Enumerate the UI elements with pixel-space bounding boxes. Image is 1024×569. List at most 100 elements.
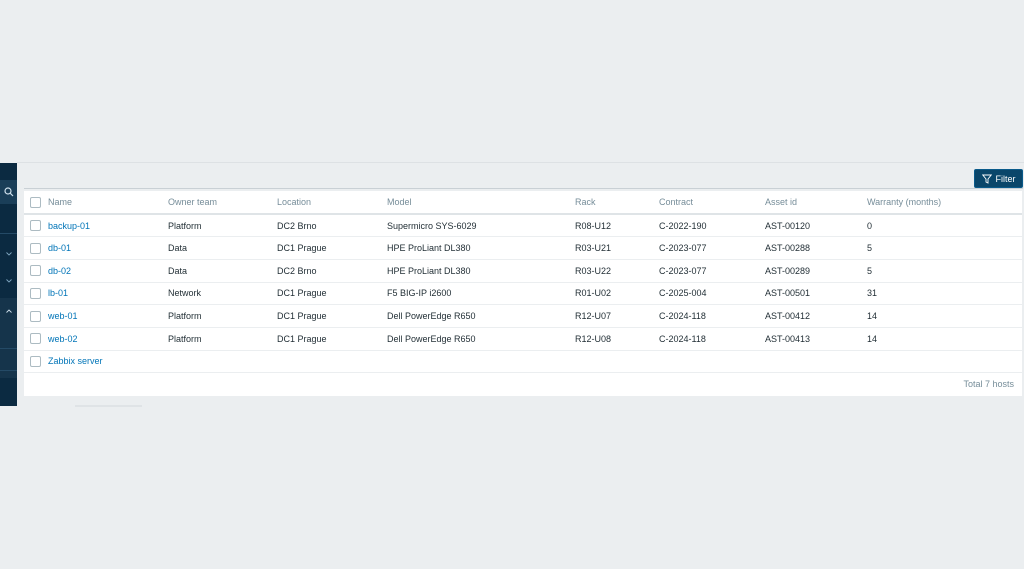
sidebar	[0, 163, 17, 406]
cell-warranty: 5	[867, 259, 1022, 283]
cell-rack: R08-U12	[575, 214, 659, 238]
cell-asset-id: AST-00289	[765, 259, 867, 283]
cell-name: Zabbix server	[48, 350, 168, 374]
hosts-table: Name Owner team Location Model Rack Cont…	[24, 191, 1022, 374]
filter-funnel-icon	[981, 174, 992, 184]
hosts-inventory-page: Filter Name Owner team Location Model Ra…	[0, 0, 1024, 569]
cell-warranty: 0	[867, 214, 1022, 238]
cell-owner-team: Platform	[168, 214, 277, 238]
table-row: backup-01 Platform DC2 Brno Supermicro SYS-…	[24, 214, 1022, 238]
cell-owner-team: Data	[168, 236, 277, 260]
cell-asset-id: AST-00413	[765, 327, 867, 351]
cell-rack: R03-U22	[575, 259, 659, 283]
cell-warranty: 5	[867, 236, 1022, 260]
cell-name: lb-01	[48, 282, 168, 306]
column-header-asset-id: Asset id	[765, 191, 867, 215]
top-divider	[17, 162, 1024, 163]
total-hosts-count: Total 7 hosts	[963, 379, 1014, 389]
select-all-checkbox[interactable]	[30, 196, 41, 208]
host-link[interactable]: web-01	[48, 311, 78, 321]
cell-name: web-02	[48, 327, 168, 351]
cell-owner-team: Platform	[168, 304, 277, 328]
column-header-contract: Contract	[659, 191, 765, 215]
row-checkbox[interactable]	[30, 220, 41, 232]
cell-contract: C-2024-118	[659, 327, 765, 351]
cell-rack: R12-U08	[575, 327, 659, 351]
cell-warranty	[867, 350, 1022, 374]
row-checkbox[interactable]	[30, 287, 41, 299]
chevron-down-icon	[5, 279, 12, 283]
cell-rack: R01-U02	[575, 282, 659, 306]
row-checkbox[interactable]	[30, 242, 41, 254]
row-checkbox[interactable]	[30, 310, 41, 322]
cell-contract: C-2023-077	[659, 259, 765, 283]
sidebar-section-toggle[interactable]	[0, 300, 17, 322]
sidebar-divider	[0, 233, 17, 234]
cell-asset-id: AST-00120	[765, 214, 867, 238]
cell-asset-id	[765, 350, 867, 374]
filter-button-label: Filter	[995, 173, 1016, 184]
row-select-cell[interactable]	[24, 350, 48, 374]
cell-model: Supermicro SYS-6029	[387, 214, 575, 238]
cell-contract: C-2022-190	[659, 214, 765, 238]
cell-owner-team	[168, 350, 277, 374]
sidebar-section-toggle[interactable]	[0, 243, 17, 265]
row-checkbox[interactable]	[30, 265, 41, 277]
cell-model: Dell PowerEdge R650	[387, 304, 575, 328]
column-header-name[interactable]: Name	[48, 191, 168, 215]
filter-button[interactable]: Filter	[974, 169, 1023, 188]
cell-location: DC2 Brno	[277, 259, 387, 283]
cell-contract: C-2024-118	[659, 304, 765, 328]
table-header-row: Name Owner team Location Model Rack Cont…	[24, 191, 1022, 215]
cell-location: DC1 Prague	[277, 282, 387, 306]
cell-warranty: 31	[867, 282, 1022, 306]
cell-location: DC1 Prague	[277, 236, 387, 260]
host-link[interactable]: lb-01	[48, 288, 68, 298]
cell-model: F5 BIG-IP i2600	[387, 282, 575, 306]
row-select-cell[interactable]	[24, 327, 48, 351]
host-link[interactable]: db-02	[48, 266, 71, 276]
cell-contract	[659, 350, 765, 374]
row-checkbox[interactable]	[30, 333, 41, 345]
cell-location	[277, 350, 387, 374]
host-link[interactable]: web-02	[48, 334, 78, 344]
cell-warranty: 14	[867, 304, 1022, 328]
table-row: web-02 Platform DC1 Prague Dell PowerEdge R…	[24, 327, 1022, 351]
cell-location: DC2 Brno	[277, 214, 387, 238]
host-link[interactable]: db-01	[48, 243, 71, 253]
cell-rack: R03-U21	[575, 236, 659, 260]
row-select-cell[interactable]	[24, 282, 48, 306]
chevron-up-icon	[5, 309, 12, 313]
sidebar-section-toggle[interactable]	[0, 270, 17, 292]
column-header-location: Location	[277, 191, 387, 215]
table-row: web-01 Platform DC1 Prague Dell PowerEdge R…	[24, 304, 1022, 328]
filter-divider	[24, 188, 1023, 189]
column-header-rack: Rack	[575, 191, 659, 215]
cell-owner-team: Platform	[168, 327, 277, 351]
row-select-cell[interactable]	[24, 214, 48, 238]
column-header-owner-team: Owner team	[168, 191, 277, 215]
sidebar-search[interactable]	[0, 180, 17, 204]
column-header-model: Model	[387, 191, 575, 215]
row-select-cell[interactable]	[24, 236, 48, 260]
cell-name: web-01	[48, 304, 168, 328]
row-select-cell[interactable]	[24, 259, 48, 283]
row-checkbox[interactable]	[30, 355, 41, 367]
cell-contract: C-2025-004	[659, 282, 765, 306]
column-header-warranty: Warranty (months)	[867, 191, 1022, 215]
select-all-cell[interactable]	[24, 191, 48, 215]
cell-model: Dell PowerEdge R650	[387, 327, 575, 351]
host-link[interactable]: backup-01	[48, 221, 90, 231]
cell-location: DC1 Prague	[277, 327, 387, 351]
cell-model: HPE ProLiant DL380	[387, 236, 575, 260]
cell-model	[387, 350, 575, 374]
table-row: db-02 Data DC2 Brno HPE ProLiant DL380 R03-U…	[24, 259, 1022, 283]
host-link[interactable]: Zabbix server	[48, 356, 103, 366]
cell-owner-team: Network	[168, 282, 277, 306]
chevron-down-icon	[5, 252, 12, 256]
row-select-cell[interactable]	[24, 304, 48, 328]
cell-model: HPE ProLiant DL380	[387, 259, 575, 283]
table-row: db-01 Data DC1 Prague HPE ProLiant DL380 R03…	[24, 236, 1022, 260]
sidebar-divider	[0, 348, 17, 349]
cell-rack	[575, 350, 659, 374]
